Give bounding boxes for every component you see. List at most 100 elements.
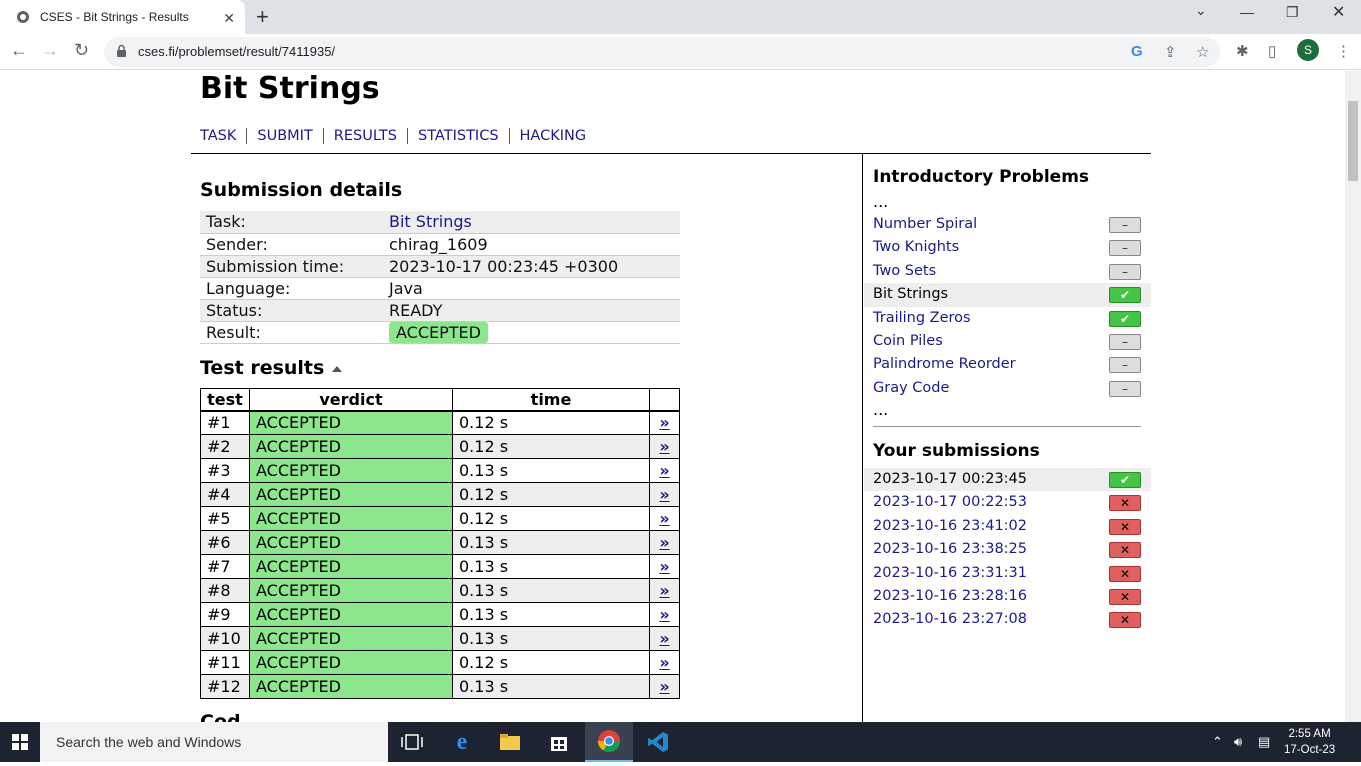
problem-item[interactable]: Gray Code – xyxy=(864,377,1151,400)
test-details-link[interactable]: » xyxy=(649,410,680,435)
profile-avatar[interactable]: S xyxy=(1297,39,1319,61)
scroll-thumb[interactable] xyxy=(1348,101,1358,181)
detail-value: chirag_1609 xyxy=(383,233,680,256)
notifications-icon[interactable]: ▤ xyxy=(1258,734,1270,750)
problem-item[interactable]: Palindrome Reorder – xyxy=(864,353,1151,376)
test-id: #10 xyxy=(200,626,250,651)
menu-icon[interactable]: ⋮ xyxy=(1336,42,1351,60)
test-time: 0.12 s xyxy=(452,482,650,507)
check-icon: ✔ xyxy=(1109,472,1141,488)
close-tab-icon[interactable]: ✕ xyxy=(223,10,235,27)
problem-item[interactable]: Two Sets – xyxy=(864,260,1151,283)
test-details-link[interactable]: » xyxy=(649,458,680,483)
share-icon[interactable]: ⇪ xyxy=(1164,43,1177,61)
problem-item[interactable]: Bit Strings ✔ xyxy=(864,283,1151,307)
submission-item[interactable]: 2023-10-16 23:27:08 ✕ xyxy=(864,608,1151,631)
result-badge: ACCEPTED xyxy=(389,321,488,343)
tab-search-icon[interactable]: ⌄ xyxy=(1195,2,1207,24)
back-icon[interactable]: ← xyxy=(10,40,28,61)
browser-toolbar: ← → ↻ cses.fi/problemset/result/7411935/… xyxy=(0,34,1361,70)
table-row: #2 ACCEPTED 0.12 s» xyxy=(200,434,680,459)
problem-name: Gray Code xyxy=(873,379,950,396)
problem-item[interactable]: Two Knights – xyxy=(864,236,1151,259)
nav-results[interactable]: RESULTS xyxy=(322,128,407,144)
problem-item[interactable]: Number Spiral – xyxy=(864,213,1151,236)
extensions-icon[interactable]: ✱ xyxy=(1236,42,1249,60)
cross-icon: ✕ xyxy=(1109,565,1141,582)
submission-time: 2023-10-16 23:27:08 xyxy=(873,611,1027,628)
test-details-link[interactable]: » xyxy=(649,578,680,603)
submissions-heading: Your submissions xyxy=(873,441,1040,461)
table-row: #11 ACCEPTED 0.12 s» xyxy=(200,650,680,675)
cross-icon: ✕ xyxy=(1109,542,1141,559)
volume-icon[interactable]: 🔊︎ xyxy=(1234,734,1242,750)
side-panel-icon[interactable]: ▯ xyxy=(1268,42,1276,60)
test-details-link[interactable]: » xyxy=(649,650,680,675)
nav-submit[interactable]: SUBMIT xyxy=(246,128,322,144)
problem-item[interactable]: Coin Piles – xyxy=(864,330,1151,353)
task-link[interactable]: Bit Strings xyxy=(389,212,472,231)
submission-item[interactable]: 2023-10-16 23:31:31 ✕ xyxy=(864,562,1151,585)
new-tab-icon[interactable]: + xyxy=(256,4,269,30)
edge-icon: e xyxy=(456,728,468,755)
col-time: time xyxy=(452,388,650,412)
test-time: 0.13 s xyxy=(452,458,650,483)
test-id: #2 xyxy=(200,434,250,459)
file-explorer-app[interactable] xyxy=(486,722,534,762)
test-details-link[interactable]: » xyxy=(649,506,680,531)
start-button[interactable] xyxy=(0,722,40,762)
cross-icon: ✕ xyxy=(1109,518,1141,535)
minimize-icon[interactable]: — xyxy=(1240,4,1254,26)
problem-name: Coin Piles xyxy=(873,332,943,349)
detail-key: Submission time: xyxy=(200,255,383,278)
submission-time: 2023-10-17 00:23:45 xyxy=(873,471,1027,487)
test-details-link[interactable]: » xyxy=(649,674,680,699)
page-scrollbar[interactable] xyxy=(1345,71,1361,722)
task-view-button[interactable] xyxy=(388,722,436,762)
problem-item[interactable]: Trailing Zeros ✔ xyxy=(864,307,1151,330)
test-results-heading[interactable]: Test results xyxy=(200,357,343,379)
test-details-link[interactable]: » xyxy=(649,482,680,507)
vscode-app[interactable] xyxy=(634,722,682,762)
google-lens-icon[interactable]: G xyxy=(1131,43,1143,60)
submission-time: 2023-10-16 23:31:31 xyxy=(873,564,1027,581)
bookmark-star-icon[interactable]: ☆ xyxy=(1196,43,1209,61)
close-window-icon[interactable]: ✕ xyxy=(1332,2,1345,24)
test-details-link[interactable]: » xyxy=(649,554,680,579)
url-text: cses.fi/problemset/result/7411935/ xyxy=(138,44,336,59)
tray-chevron-icon[interactable]: ⌃ xyxy=(1212,734,1223,750)
test-details-link[interactable]: » xyxy=(649,602,680,627)
dash-icon: – xyxy=(1109,217,1141,233)
header-divider xyxy=(191,153,1151,154)
reload-icon[interactable]: ↻ xyxy=(74,40,89,61)
nav-statistics[interactable]: STATISTICS xyxy=(407,128,509,144)
detail-row: Result: ACCEPTED xyxy=(200,321,680,344)
vscode-icon xyxy=(648,732,668,752)
taskbar-search-input[interactable]: Search the web and Windows xyxy=(40,722,388,762)
maximize-icon[interactable]: ❐ xyxy=(1286,4,1299,26)
submission-item[interactable]: 2023-10-16 23:38:25 ✕ xyxy=(864,538,1151,561)
browser-tab[interactable]: CSES - Bit Strings - Results ✕ xyxy=(0,0,245,34)
dash-icon: – xyxy=(1109,357,1141,374)
submission-heading: Submission details xyxy=(200,179,403,201)
chrome-app[interactable] xyxy=(585,722,633,762)
problems-heading: Introductory Problems xyxy=(873,167,1090,187)
test-time: 0.13 s xyxy=(452,602,650,627)
edge-app[interactable]: e xyxy=(438,722,486,762)
problem-name: Trailing Zeros xyxy=(873,309,971,326)
store-app[interactable] xyxy=(535,722,583,762)
nav-hacking[interactable]: HACKING xyxy=(508,128,597,144)
detail-key: Task: xyxy=(200,211,383,234)
forward-icon[interactable]: → xyxy=(41,40,59,61)
submission-item[interactable]: 2023-10-16 23:41:02 ✕ xyxy=(864,515,1151,538)
submission-item[interactable]: 2023-10-16 23:28:16 ✕ xyxy=(864,585,1151,608)
test-details-link[interactable]: » xyxy=(649,434,680,459)
test-details-link[interactable]: » xyxy=(649,530,680,555)
table-row: #6 ACCEPTED 0.13 s» xyxy=(200,530,680,555)
taskbar-clock[interactable]: 2:55 AM 17-Oct-23 xyxy=(1284,726,1335,758)
nav-task[interactable]: TASK xyxy=(200,128,246,144)
address-bar[interactable]: cses.fi/problemset/result/7411935/ G ⇪ ☆ xyxy=(104,37,1220,67)
test-details-link[interactable]: » xyxy=(649,626,680,651)
submission-item[interactable]: 2023-10-17 00:23:45 ✔ xyxy=(864,468,1151,492)
submission-item[interactable]: 2023-10-17 00:22:53 ✕ xyxy=(864,491,1151,514)
